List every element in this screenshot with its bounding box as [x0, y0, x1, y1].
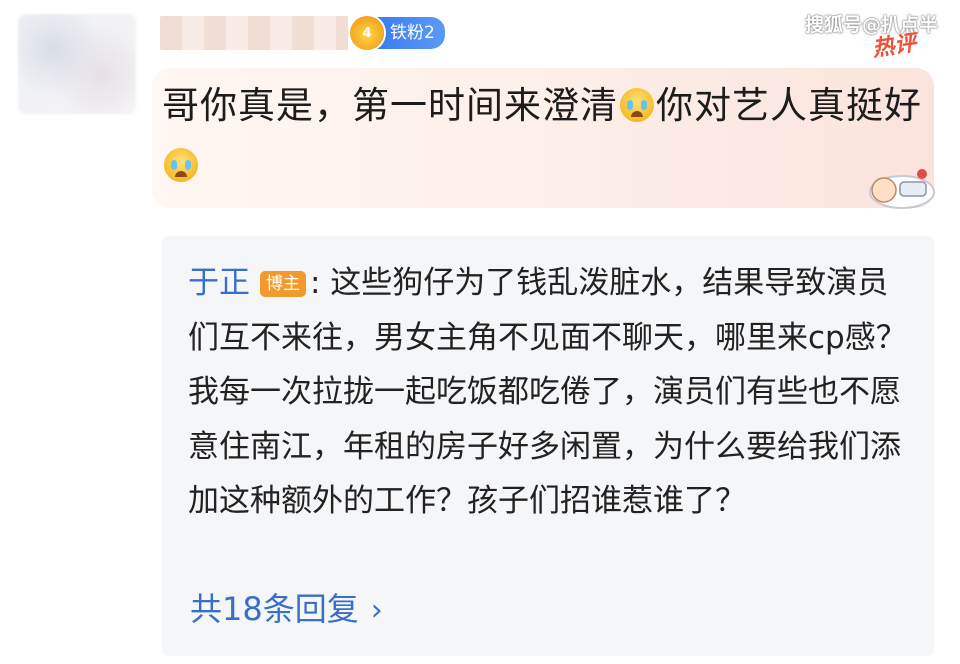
view-all-replies-link[interactable]: 共18条回复 › [190, 584, 383, 630]
author-reply: 于正 博主: 这些狗仔为了钱乱泼脏水，结果导致演员们互不来往，男女主角不见面不聊天… [188, 256, 918, 529]
reply-separator: : [310, 265, 321, 301]
chevron-right-icon: › [370, 593, 383, 628]
crying-face-icon [164, 148, 198, 182]
fan-badge[interactable]: 4 铁粉2 [350, 16, 445, 50]
reply-author-name[interactable]: 于正 [188, 265, 250, 301]
comment-text: 哥你真是，第一时间来澄清 你对艺人真挺好 [162, 76, 922, 196]
comment-text-part2: 你对艺人真挺好 [656, 84, 922, 127]
crown-icon: 4 [350, 16, 384, 50]
bubble-decoration-icon [869, 169, 935, 209]
comment-text-part1: 哥你真是，第一时间来澄清 [162, 84, 618, 127]
reply-text: 这些狗仔为了钱乱泼脏水，结果导致演员们互不来往，男女主角不见面不聊天，哪里来cp… [188, 265, 907, 519]
hot-comment-tag: 热评 [870, 31, 918, 62]
username-blurred[interactable] [160, 16, 348, 50]
fan-badge-label: 铁粉2 [374, 17, 445, 49]
replies-count-label: 共18条回复 [190, 590, 359, 628]
crying-face-icon [620, 88, 654, 122]
blogger-tag: 博主 [260, 271, 306, 297]
avatar[interactable] [18, 14, 136, 114]
